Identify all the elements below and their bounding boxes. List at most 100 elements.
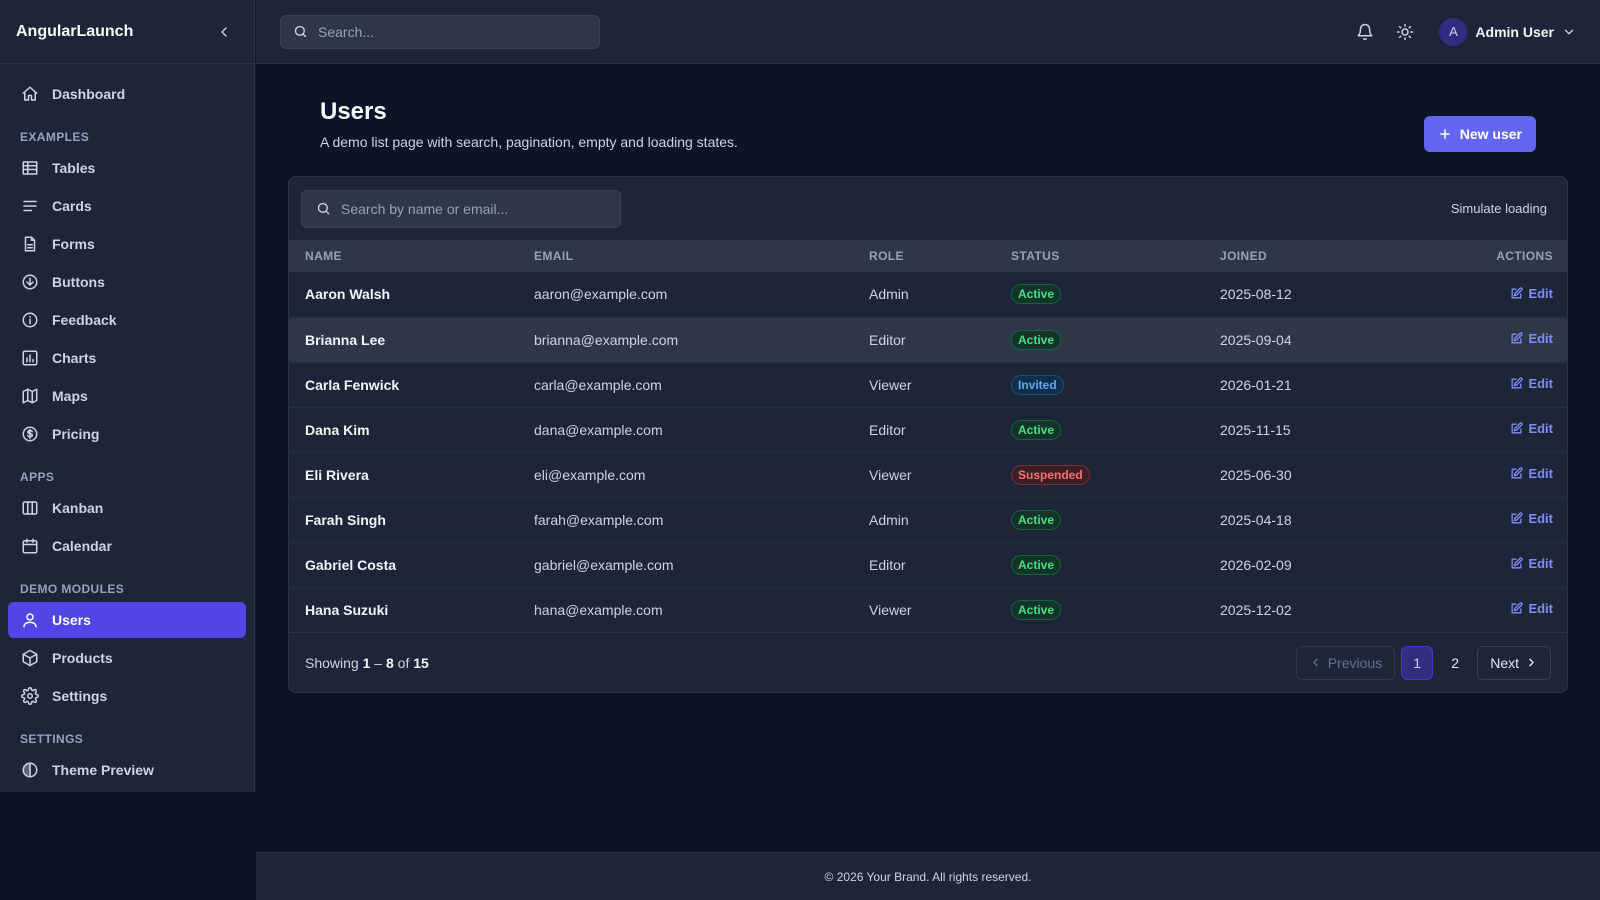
chevron-right-icon [1525,656,1538,669]
cell-status: Active [995,317,1204,362]
user-search[interactable] [301,189,621,228]
list-footer: Showing 1 – 8 of 15 Previous 12 Next [289,632,1567,692]
search-icon [316,201,331,216]
columns-icon [20,498,40,518]
sidebar-item-charts[interactable]: Charts [8,340,246,376]
edit-button[interactable]: Edit [1510,376,1553,391]
cell-role: Viewer [869,601,912,618]
table-row[interactable]: Gabriel Costa gabriel@example.com Editor Ac… [289,542,1567,587]
sidebar-item-label: Users [52,612,91,628]
edit-icon [1510,557,1524,570]
status-badge: Active [1011,554,1062,575]
column-header-status[interactable]: STATUS [995,240,1204,272]
user-search-input[interactable] [341,200,606,217]
sidebar-item-label: Tables [52,160,96,176]
sidebar-item-forms[interactable]: Forms [8,226,246,262]
edit-button[interactable]: Edit [1510,331,1553,346]
sidebar-item-label: Products [52,650,113,666]
range-end: 8 [385,654,394,671]
page-button-1[interactable]: 1 [1401,645,1434,680]
cell-actions: Edit [1427,317,1567,362]
status-badge: Invited [1011,374,1064,395]
sidebar-item-theme-preview[interactable]: Theme Preview [8,752,246,788]
column-header-role[interactable]: ROLE [853,240,995,272]
sidebar-item-label: Feedback [52,312,117,328]
users-table: NAME EMAIL ROLE STATUS JOINED ACTIONS Aa… [289,240,1567,633]
cell-name: Dana Kim [305,421,370,438]
showing-prefix: Showing [305,654,359,671]
user-menu[interactable]: A Admin User [1439,17,1576,46]
sidebar-item-cards[interactable]: Cards [8,188,246,224]
circle-arrow-down-icon [20,272,40,292]
sidebar-item-settings[interactable]: Settings [8,678,246,714]
nav-section-title: EXAMPLES [20,130,90,144]
new-user-button[interactable]: New user [1423,116,1536,152]
edit-button[interactable]: Edit [1510,556,1553,571]
bell-icon[interactable] [1351,18,1379,46]
sidebar-item-kanban[interactable]: Kanban [8,490,246,526]
new-user-label: New user [1459,126,1522,142]
edit-button[interactable]: Edit [1510,466,1553,481]
sidebar-item-calendar[interactable]: Calendar [8,528,246,564]
sidebar-item-pricing[interactable]: Pricing [8,416,246,452]
table-row[interactable]: Aaron Walsh aaron@example.com Admin Active 2… [289,272,1567,317]
global-search-input[interactable] [318,23,587,40]
cell-email: brianna@example.com [534,331,679,348]
sun-icon[interactable] [1391,18,1419,46]
edit-label: Edit [1528,466,1553,481]
cell-joined: 2026-01-21 [1220,376,1292,393]
cell-status: Active [995,542,1204,587]
home-icon [20,84,40,104]
next-page-button[interactable]: Next [1477,645,1551,680]
sidebar-item-products[interactable]: Products [8,640,246,676]
edit-icon [1510,332,1524,345]
edit-button[interactable]: Edit [1510,421,1553,436]
sidebar-item-users[interactable]: Users [8,602,246,638]
cell-actions: Edit [1427,542,1567,587]
status-badge: Active [1011,509,1062,530]
sidebar-item-feedback[interactable]: Feedback [8,302,246,338]
edit-button[interactable]: Edit [1510,511,1553,526]
page-footer: © 2026 Your Brand. All rights reserved. [256,852,1600,900]
sidebar-item-dashboard[interactable]: Dashboard [8,76,246,112]
sidebar-item-tables[interactable]: Tables [8,150,246,186]
column-header-name[interactable]: NAME [289,240,518,272]
table-row[interactable]: Brianna Lee brianna@example.com Editor Acti… [289,317,1567,362]
simulate-loading-button[interactable]: Simulate loading [1451,201,1547,216]
of-label: of [397,654,410,671]
cell-joined: 2025-06-30 [1220,466,1292,483]
previous-page-button[interactable]: Previous [1295,645,1396,680]
cell-actions: Edit [1427,362,1567,407]
sidebar-item-maps[interactable]: Maps [8,378,246,414]
cell-role: Editor [869,556,906,573]
column-header-email[interactable]: EMAIL [518,240,853,272]
page-button-2[interactable]: 2 [1439,646,1471,680]
document-icon [20,234,40,254]
column-header-joined[interactable]: JOINED [1204,240,1427,272]
edit-button[interactable]: Edit [1510,286,1553,301]
edit-button[interactable]: Edit [1510,601,1553,616]
cell-name: Carla Fenwick [305,376,400,393]
table-row[interactable]: Dana Kim dana@example.com Editor Active 2025… [289,407,1567,452]
column-header-actions: ACTIONS [1496,249,1553,263]
global-search[interactable] [280,14,600,49]
cell-role: Admin [869,286,909,303]
status-badge: Active [1011,329,1062,350]
cell-joined: 2025-08-12 [1220,286,1292,303]
status-badge: Active [1011,419,1062,440]
sidebar: AngularLaunch Dashboard EXAMPLES Tables Ca… [0,0,255,792]
table-row[interactable]: Farah Singh farah@example.com Admin Active 2… [289,497,1567,542]
cell-status: Suspended [995,452,1204,497]
chevron-left-icon[interactable] [214,22,234,42]
table-row[interactable]: Hana Suzuki hana@example.com Viewer Active 2… [289,587,1567,632]
sidebar-item-label: Maps [52,388,88,404]
next-label: Next [1490,654,1519,671]
page-header: Users A demo list page with search, pagi… [288,64,1568,176]
cell-role: Editor [869,421,906,438]
cell-joined: 2025-09-04 [1220,331,1292,348]
table-row[interactable]: Eli Rivera eli@example.com Viewer Suspended… [289,452,1567,497]
brand-header: AngularLaunch [0,0,254,64]
table-row[interactable]: Carla Fenwick carla@example.com Viewer Invi… [289,362,1567,407]
pagination: Previous 12 Next [1290,645,1551,680]
sidebar-item-buttons[interactable]: Buttons [8,264,246,300]
